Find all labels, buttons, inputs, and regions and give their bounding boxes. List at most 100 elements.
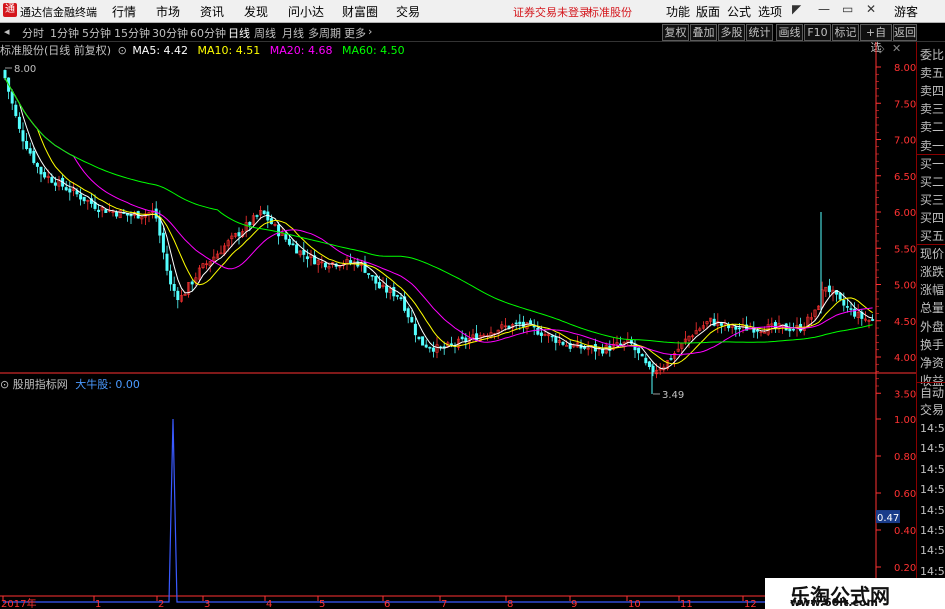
low-price-label: 3.49 [662, 390, 684, 401]
date-tick-label: 12 [744, 599, 757, 609]
date-tick-label: 4 [266, 599, 272, 609]
indicator-line [3, 418, 876, 603]
price-tick-label: 8.00 [894, 63, 916, 74]
candle-body [255, 215, 259, 217]
price-tick-label: 7.00 [894, 136, 916, 147]
date-tick-label: 2017年 [1, 597, 36, 609]
candle-body [367, 273, 371, 275]
candle-body [248, 221, 252, 226]
candle-body [719, 323, 723, 326]
sub-indicator: 1.00 0.80 0.60 0.47 0.40 0.20 [3, 415, 916, 603]
candle-body [154, 208, 158, 219]
trade-time: 14:56 [920, 442, 945, 456]
quote-field-label: 卖一 [920, 138, 945, 153]
quote-separator [917, 382, 945, 383]
quote-field-label: 净资 [920, 355, 945, 370]
candle-body [550, 335, 554, 338]
candle-body [763, 331, 767, 334]
candle-body [43, 172, 47, 178]
auto-trade-label[interactable]: 交易 [920, 401, 944, 419]
quote-field-label: 买五 [920, 229, 945, 243]
date-tick-label: 2 [158, 599, 164, 609]
candle-body [50, 177, 54, 183]
trade-time: 14:56 [920, 503, 945, 517]
candle-body [172, 283, 176, 291]
candle-body [104, 209, 108, 213]
candle-body [399, 297, 403, 300]
candle-body [295, 244, 299, 254]
trade-time: 14:56 [920, 422, 945, 435]
price-tick-label: 4.00 [894, 353, 916, 364]
price-tick-label: 6.50 [894, 172, 916, 183]
sub-tick-label: 1.00 [894, 415, 916, 426]
candle-body [871, 319, 875, 321]
candle-body [377, 282, 381, 289]
auto-trade-label[interactable]: 自动 [920, 384, 944, 402]
candlestick-series [3, 67, 875, 395]
candle-body [277, 224, 281, 237]
candle-body [849, 308, 853, 310]
date-tick-label: 9 [571, 599, 577, 609]
candle-body [17, 116, 21, 129]
candle-body [475, 333, 479, 341]
candle-body [640, 354, 644, 357]
candle-body [565, 345, 569, 347]
candle-body [410, 317, 414, 323]
candle-body [421, 336, 425, 346]
candle-body [514, 322, 518, 325]
quote-field-label: 卖四 [920, 84, 945, 99]
candle-body [521, 321, 525, 327]
quote-field-label: 外盘 [920, 319, 945, 334]
date-tick-label: 8 [507, 599, 513, 609]
quote-field-label: 卖三 [920, 102, 945, 117]
price-tick-label: 7.50 [894, 99, 916, 110]
candle-body [64, 187, 68, 191]
candle-body [788, 328, 792, 332]
candle-body [287, 238, 291, 245]
candle-body [190, 281, 194, 285]
quote-panel: 委比 卖五 卖四 卖三 卖二 卖一 买一 买二 买三 买四 买五 现价 涨跌 涨幅 总量 外盘 换手 净资 收益 自动… [916, 42, 945, 609]
candle-body [529, 320, 533, 325]
candle-body [827, 285, 831, 293]
candle-body [82, 196, 86, 202]
candle-body [791, 328, 795, 331]
price-axis: 8.00 7.50 7.00 6.50 6.00 5.50 5.00 4.50 4.00 3.50 [876, 63, 916, 400]
candle-body [323, 262, 327, 268]
candle-body [25, 140, 29, 150]
candle-body [518, 321, 522, 325]
candle-body [53, 182, 57, 186]
sub-tick-label: 0.80 [894, 452, 916, 463]
ma-lines [4, 77, 873, 370]
high-price-label: 8.00 [14, 64, 36, 75]
candle-body [169, 270, 173, 285]
candle-body [413, 323, 417, 336]
price-tick-label: 5.50 [894, 244, 916, 255]
candle-body [428, 346, 432, 349]
candle-body [3, 70, 7, 79]
sub-tick-label: 0.40 [894, 526, 916, 537]
candle-body [262, 210, 266, 214]
sub-tick-label: 0.20 [894, 563, 916, 574]
candle-body [755, 329, 759, 332]
candle-body [644, 357, 648, 364]
candle-body [32, 150, 36, 163]
quote-field-label: 委比 [920, 48, 945, 62]
candle-body [842, 299, 846, 306]
date-tick-label: 5 [319, 599, 325, 609]
trade-time: 14:56 [920, 462, 945, 476]
candle-body [406, 308, 410, 318]
stock-chart[interactable]: 8.00 7.50 7.00 6.50 6.00 5.50 5.00 4.50 4.00 3.50… [0, 0, 916, 609]
current-value-label: 0.47 [877, 513, 899, 524]
candle-body [14, 104, 18, 116]
candle-body [165, 253, 169, 271]
candle-body [35, 163, 39, 167]
candle-body [28, 148, 32, 154]
candle-body [68, 188, 72, 193]
trade-time: 14:56 [920, 524, 945, 537]
date-tick-label: 7 [441, 599, 447, 609]
candle-body [115, 211, 119, 217]
quote-field-label: 总量 [920, 301, 945, 316]
candle-body [305, 256, 309, 260]
date-tick-label: 3 [204, 599, 210, 609]
candle-body [392, 287, 396, 297]
